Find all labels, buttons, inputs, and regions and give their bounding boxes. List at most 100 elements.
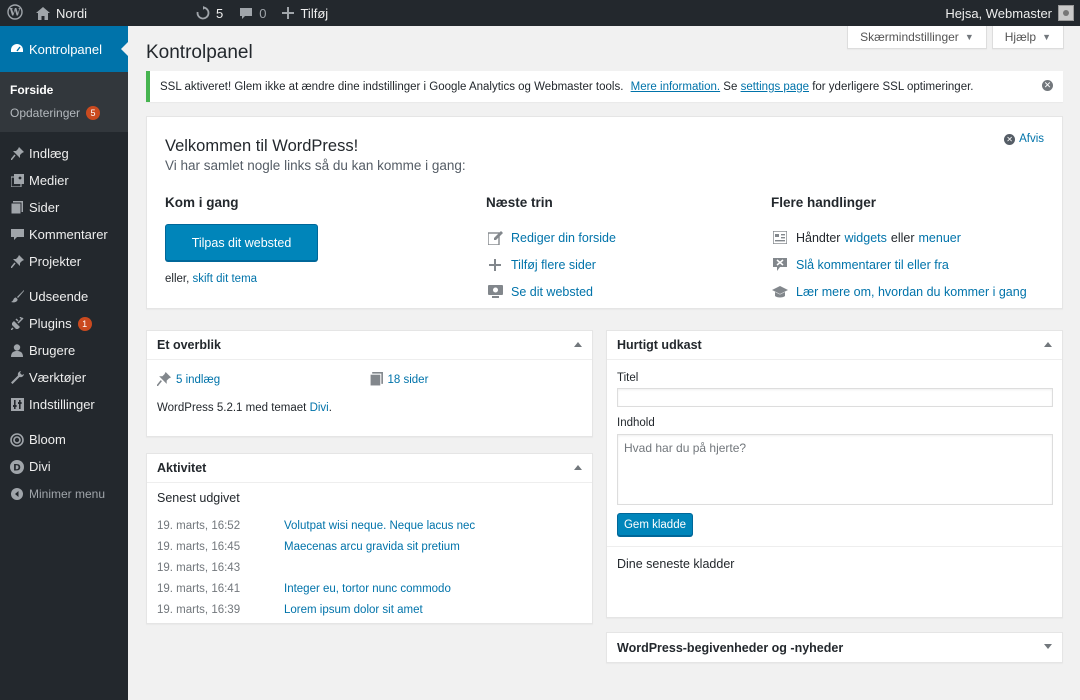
at-a-glance-widget: Et overblik 5 indlæg 18 sider WordPress … (146, 330, 593, 437)
more-info-link[interactable]: Mere information. (631, 81, 720, 93)
welcome-dismiss-link[interactable]: ✕ Afvis (1004, 133, 1044, 145)
site-name-menu[interactable]: Nordi (28, 0, 188, 26)
menus-link[interactable]: menuer (919, 231, 961, 245)
plugins-badge: 1 (77, 316, 92, 331)
widget-header[interactable]: Aktivitet (147, 454, 592, 483)
view-site-link[interactable]: Se dit websted (511, 285, 593, 299)
activity-post-link[interactable]: Integer eu, tortor nunc commodo (284, 583, 451, 595)
new-content-menu[interactable]: Tilføj (274, 0, 336, 26)
updates-menu[interactable]: 5 (188, 0, 231, 26)
submenu-item-label: Opdateringer (10, 105, 81, 120)
comment-bubble-icon (239, 7, 253, 20)
sidebar-item-media[interactable]: Medier (0, 167, 128, 194)
activity-row: 19. marts, 16:39 Lorem ipsum dolor sit a… (147, 599, 592, 620)
sidebar-item-tools[interactable]: Værktøjer (0, 364, 128, 391)
recently-published-heading: Senest udgivet (157, 491, 240, 505)
activity-post-link[interactable]: Lorem ipsum dolor sit amet (284, 604, 423, 616)
manage-widgets-row: Håndter widgets eller menuer (771, 224, 1051, 251)
activity-date: 19. marts, 16:39 (157, 603, 241, 616)
my-account-menu[interactable]: Hejsa, Webmaster (937, 0, 1080, 26)
caret-down-icon: ▼ (1042, 32, 1051, 42)
menu-separator (0, 275, 128, 283)
toggle-comments-row: Slå kommentarer til eller fra (771, 251, 1051, 278)
learn-more-row: Lær mere om, hvordan du kommer i gang (771, 278, 1051, 305)
sidebar-item-dashboard[interactable]: Kontrolpanel (0, 26, 128, 72)
widget-header[interactable]: WordPress-begivenheder og -nyheder (607, 633, 1062, 662)
view-site-icon (486, 285, 504, 298)
activity-widget: Aktivitet Senest udgivet 19. marts, 16:5… (146, 453, 593, 624)
settings-page-link[interactable]: settings page (741, 81, 809, 93)
change-theme-row: eller, skift dit tema (165, 273, 465, 285)
posts-count-link[interactable]: 5 indlæg (176, 374, 220, 386)
page-title: Kontrolpanel (146, 42, 253, 63)
quick-draft-widget: Hurtigt udkast Titel Indhold Hvad har du… (606, 330, 1063, 618)
help-label: Hjælp (1004, 30, 1037, 44)
draft-content-textarea[interactable]: Hvad har du på hjerte? (617, 434, 1053, 505)
change-theme-link[interactable]: skift dit tema (193, 273, 258, 285)
screen-options-toggle[interactable]: Skærmindstillinger ▼ (847, 26, 987, 49)
learn-more-link[interactable]: Lær mere om, hvordan du kommer i gang (796, 285, 1027, 299)
refresh-icon (196, 6, 210, 20)
collapse-toggle-icon[interactable] (574, 465, 582, 470)
edit-front-page-link[interactable]: Rediger din forside (511, 231, 616, 245)
collapse-toggle-icon[interactable] (1044, 342, 1052, 347)
new-content-label: Tilføj (300, 5, 329, 21)
sidebar-item-settings[interactable]: Indstillinger (0, 391, 128, 418)
widget-title: Et overblik (157, 338, 221, 352)
activity-date: 19. marts, 16:45 (157, 540, 241, 553)
toggle-comments-link[interactable]: Slå kommentarer til eller fra (796, 258, 949, 272)
customize-site-button[interactable]: Tilpas dit websted (165, 224, 318, 261)
notice-dismiss-icon[interactable]: ✕ (1042, 80, 1053, 91)
sidebar-item-divi[interactable]: D Divi (0, 453, 128, 480)
sidebar-item-users[interactable]: Brugere (0, 337, 128, 364)
widgets-link[interactable]: widgets (844, 231, 886, 245)
column-heading: Næste trin (486, 195, 553, 210)
graduation-cap-icon (771, 285, 789, 298)
widgets-icon (771, 231, 789, 244)
pin-icon (8, 255, 26, 268)
welcome-about: Vi har samlet nogle links så du kan komm… (165, 158, 466, 173)
caret-down-icon: ▼ (964, 32, 974, 42)
sidebar-item-label: Medier (29, 173, 69, 188)
activity-post-link[interactable]: Maecenas arcu gravida sit pretium (284, 541, 460, 553)
expand-toggle-icon[interactable] (1044, 644, 1052, 649)
screen-options-label: Skærmindstillinger (860, 30, 959, 44)
sidebar-item-appearance[interactable]: Udseende (0, 283, 128, 310)
glance-items: 5 indlæg 18 sider (147, 360, 592, 388)
comments-count: 0 (259, 5, 267, 21)
sidebar-item-projects[interactable]: Projekter (0, 248, 128, 275)
theme-link[interactable]: Divi (310, 402, 329, 414)
avatar (1058, 5, 1074, 21)
sidebar-item-bloom[interactable]: Bloom (0, 426, 128, 453)
activity-post-link[interactable]: Volutpat wisi neque. Neque lacus nec (284, 520, 475, 532)
add-pages-link[interactable]: Tilføj flere sider (511, 258, 596, 272)
sidebar-item-label: Divi (29, 459, 51, 474)
main-content: Skærmindstillinger ▼ Hjælp ▼ Kontrolpane… (128, 26, 1080, 700)
home-icon (36, 6, 50, 20)
draft-title-input[interactable] (617, 388, 1053, 407)
bloom-icon (8, 432, 26, 447)
sidebar-item-pages[interactable]: Sider (0, 194, 128, 221)
sidebar-item-comments[interactable]: Kommentarer (0, 221, 128, 248)
pages-count-link[interactable]: 18 sider (388, 374, 429, 386)
users-icon (8, 344, 26, 357)
sidebar-item-plugins[interactable]: Plugins 1 (0, 310, 128, 337)
sidebar-item-posts[interactable]: Indlæg (0, 140, 128, 167)
widget-header[interactable]: Et overblik (147, 331, 592, 360)
help-toggle[interactable]: Hjælp ▼ (991, 26, 1064, 49)
plus-icon (282, 7, 295, 19)
edit-icon (486, 230, 504, 245)
settings-icon (8, 398, 26, 411)
admin-sidebar: Kontrolpanel Forside Opdateringer 5 Indl… (0, 26, 128, 700)
wordpress-logo-menu[interactable]: W (0, 0, 28, 26)
sidebar-item-label: Indlæg (29, 146, 69, 161)
submenu-item-updates[interactable]: Opdateringer 5 (0, 101, 128, 124)
widget-header[interactable]: Hurtigt udkast (607, 331, 1062, 360)
submenu-item-home[interactable]: Forside (0, 78, 128, 101)
media-icon (8, 174, 26, 187)
comments-menu[interactable]: 0 (231, 0, 274, 26)
collapse-menu-button[interactable]: Minimer menu (0, 480, 128, 507)
widget-title: Hurtigt udkast (617, 338, 702, 352)
collapse-toggle-icon[interactable] (574, 342, 582, 347)
save-draft-button[interactable]: Gem kladde (617, 513, 693, 536)
